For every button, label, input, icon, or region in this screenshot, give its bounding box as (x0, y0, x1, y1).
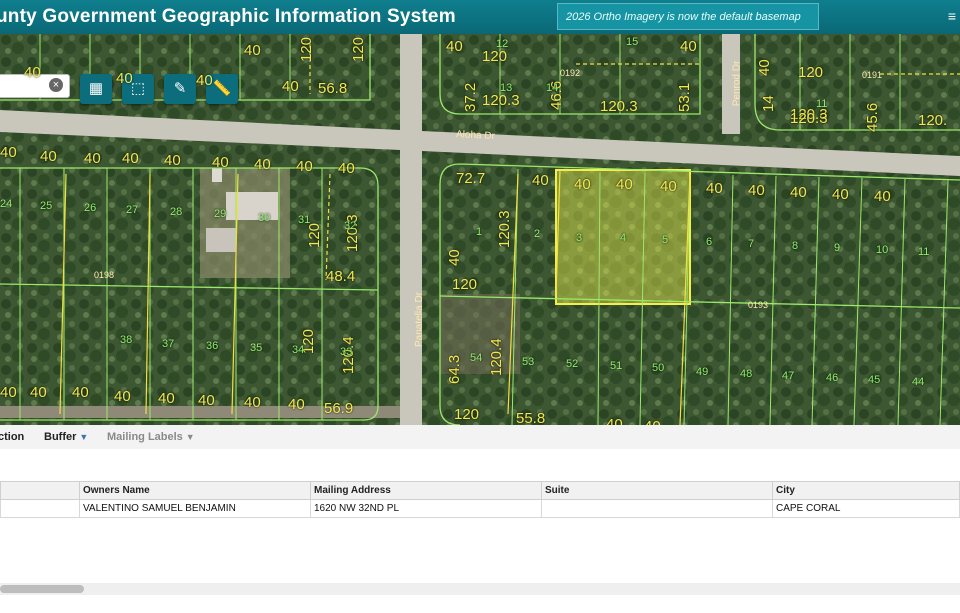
grid-layers-icon[interactable]: ▦ (80, 74, 112, 104)
block-label: 0193 (748, 300, 769, 310)
street-label-aloha: Aloha Dr (455, 128, 496, 143)
app-header: unty Government Geographic Information S… (0, 0, 960, 34)
table-header-row: Owners Name Mailing Address Suite City (0, 481, 960, 500)
column-header-mailing-address[interactable]: Mailing Address (310, 481, 542, 500)
app-title: unty Government Geographic Information S… (0, 6, 456, 27)
clear-search-icon[interactable]: × (49, 78, 63, 92)
table-row[interactable]: VALENTINO SAMUEL BENJAMIN 1620 NW 32ND P… (0, 499, 960, 518)
tab-selection[interactable]: ction (0, 431, 24, 443)
results-tabbar: ction Buffer ▼ Mailing Labels ▼ (0, 425, 960, 450)
chevron-down-icon: ▼ (185, 432, 195, 442)
table-cell-owner: VALENTINO SAMUEL BENJAMIN (79, 499, 311, 518)
results-table: Owners Name Mailing Address Suite City V… (0, 481, 960, 518)
block-label: 0191 (862, 70, 883, 80)
map-view[interactable]: Aloha Dr Panatella Dr Penrod Dr 0192 019… (0, 34, 960, 425)
tab-buffer[interactable]: Buffer ▼ (44, 431, 88, 443)
table-cell-city: CAPE CORAL (772, 499, 960, 518)
select-rectangle-icon[interactable]: ⬚ (122, 74, 154, 104)
column-header-suite[interactable]: Suite (541, 481, 773, 500)
measure-ruler-icon[interactable]: 📏 (206, 74, 238, 104)
column-header-owners-name[interactable]: Owners Name (79, 481, 311, 500)
block-label: 0198 (94, 270, 115, 280)
hamburger-icon[interactable]: ≡ (948, 8, 956, 24)
chevron-down-icon: ▼ (79, 432, 89, 442)
table-cell-address: 1620 NW 32ND PL (310, 499, 542, 518)
results-panel: ction Buffer ▼ Mailing Labels ▼ Owners Nam… (0, 425, 960, 613)
edit-notes-icon[interactable]: ✎ (164, 74, 196, 104)
basemap-notice[interactable]: 2026 Ortho Imagery is now the default ba… (557, 3, 819, 30)
street-label-penrod: Penrod Dr (731, 60, 743, 107)
table-cell (0, 499, 80, 518)
tab-mailing-labels[interactable]: Mailing Labels ▼ (107, 431, 195, 443)
column-header[interactable] (0, 481, 80, 500)
horizontal-scrollbar[interactable] (0, 583, 960, 595)
selected-parcels (555, 169, 691, 305)
column-header-city[interactable]: City (772, 481, 960, 500)
block-label: 0192 (560, 68, 581, 78)
table-cell-suite (541, 499, 773, 518)
panatella-dr-road (400, 34, 422, 425)
street-label-panatella: Panatella Dr (414, 291, 426, 348)
scrollbar-thumb[interactable] (0, 585, 84, 593)
